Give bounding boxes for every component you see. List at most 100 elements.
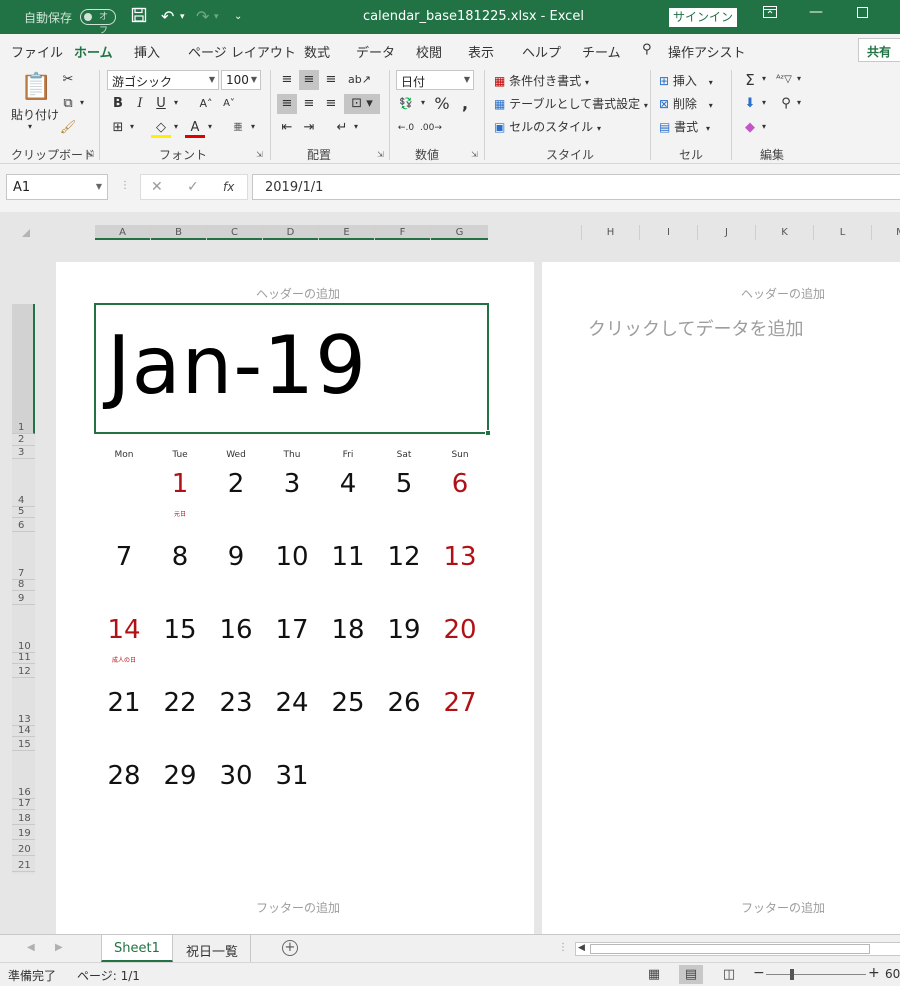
cancel-icon[interactable]: ✕ [151, 179, 163, 195]
day-cell[interactable]: 20 [432, 615, 488, 645]
alignment-launcher-icon[interactable]: ⇲ [377, 150, 384, 159]
decrease-indent-icon[interactable]: ⇤ [277, 118, 297, 138]
tab-review[interactable]: 校閲 [416, 42, 442, 61]
day-cell[interactable]: 5 [376, 469, 432, 499]
row-header[interactable]: 3 [12, 446, 35, 459]
day-cell[interactable]: 1 [152, 469, 208, 499]
row-header[interactable]: 18 [12, 810, 35, 825]
underline-dropdown-icon[interactable]: ▾ [174, 98, 178, 107]
day-cell[interactable]: 26 [376, 688, 432, 718]
column-header[interactable]: L [814, 225, 872, 240]
italic-button[interactable]: I [130, 94, 150, 114]
clear-dropdown-icon[interactable]: ▾ [762, 122, 766, 131]
column-header[interactable]: B [151, 225, 207, 240]
format-as-table-button[interactable]: ▦ テーブルとして書式設定 ▾ [494, 95, 648, 112]
insert-function-button[interactable]: fx [223, 180, 234, 194]
ribbon-display-icon[interactable] [763, 6, 777, 22]
zoom-level[interactable]: 60 [885, 967, 900, 981]
align-right-icon[interactable]: ≡ [321, 94, 341, 114]
column-header[interactable]: F [375, 225, 431, 240]
increase-indent-icon[interactable]: ⇥ [299, 118, 319, 138]
zoom-slider-thumb[interactable] [790, 969, 794, 980]
tab-page-layout[interactable]: ページ レイアウト [188, 42, 296, 61]
day-cell[interactable]: 25 [320, 688, 376, 718]
page-2[interactable] [542, 262, 900, 934]
horizontal-scrollbar[interactable]: ◀ [575, 942, 900, 956]
select-all-icon[interactable] [22, 229, 30, 237]
phonetic-icon[interactable]: 亜 [228, 118, 248, 138]
day-cell[interactable]: 24 [264, 688, 320, 718]
align-bottom-icon[interactable]: ≡ [321, 70, 341, 90]
day-cell[interactable]: 17 [264, 615, 320, 645]
scroll-thumb[interactable] [590, 944, 870, 954]
day-cell[interactable]: 15 [152, 615, 208, 645]
decrease-decimal-icon[interactable]: .00→ [420, 118, 442, 138]
tab-team[interactable]: チーム [582, 42, 621, 61]
row-header[interactable]: 11 [12, 652, 35, 664]
font-color-icon[interactable]: A [185, 118, 205, 138]
underline-button[interactable]: U [151, 94, 171, 114]
orientation-icon[interactable]: ab↗ [348, 70, 371, 90]
row-header[interactable]: 8 [12, 579, 35, 591]
column-header[interactable]: A [95, 225, 151, 240]
prev-sheet-icon[interactable]: ◀ [27, 942, 35, 953]
day-cell[interactable]: 9 [208, 542, 264, 572]
row-header[interactable]: 6 [12, 518, 35, 532]
accounting-dropdown-icon[interactable]: ▾ [421, 98, 425, 107]
fill-color-icon[interactable]: ◇ [151, 118, 171, 138]
row-header[interactable]: 20 [12, 840, 35, 856]
signin-button[interactable]: サインイン [669, 8, 737, 27]
cell-styles-button[interactable]: ▣ セルのスタイル ▾ [494, 118, 601, 135]
zoom-slider[interactable] [766, 974, 866, 975]
find-dropdown-icon[interactable]: ▾ [797, 98, 801, 107]
conditional-format-button[interactable]: ▦ 条件付き書式 ▾ [494, 72, 589, 89]
row-header[interactable]: 16 [12, 751, 35, 799]
enter-icon[interactable]: ✓ [187, 179, 199, 195]
find-select-icon[interactable]: ⚲ [776, 94, 796, 114]
column-header[interactable]: I [640, 225, 698, 240]
customize-toolbar-icon[interactable]: ⌄ [234, 7, 242, 27]
zoom-out-icon[interactable]: − [753, 965, 765, 981]
number-format-select[interactable]: 日付 ▼ [396, 70, 474, 90]
column-header[interactable]: J [698, 225, 756, 240]
borders-dropdown-icon[interactable]: ▾ [130, 122, 134, 131]
sort-filter-icon[interactable]: ᴬᶻ▽ [774, 70, 794, 90]
maximize-icon[interactable] [857, 6, 868, 22]
next-sheet-icon[interactable]: ▶ [55, 942, 63, 953]
save-icon[interactable] [131, 7, 147, 28]
align-top-icon[interactable]: ≡ [277, 70, 297, 90]
formula-input[interactable]: 2019/1/1 [252, 174, 900, 200]
undo-icon[interactable]: ↶ [161, 7, 174, 27]
day-cell[interactable]: 19 [376, 615, 432, 645]
accounting-icon[interactable]: 💱 [396, 94, 416, 114]
sort-dropdown-icon[interactable]: ▾ [797, 74, 801, 83]
autosum-dropdown-icon[interactable]: ▾ [762, 74, 766, 83]
column-header[interactable]: C [207, 225, 263, 240]
day-cell[interactable]: 2 [208, 469, 264, 499]
font-name-select[interactable]: 游ゴシック ▼ [107, 70, 219, 90]
day-cell[interactable]: 11 [320, 542, 376, 572]
column-header[interactable]: M [872, 225, 900, 240]
fill-handle[interactable] [485, 430, 491, 436]
day-cell[interactable]: 23 [208, 688, 264, 718]
row-header[interactable]: 10 [12, 605, 35, 653]
tab-home[interactable]: ホーム [74, 42, 113, 68]
phonetic-dropdown-icon[interactable]: ▾ [251, 122, 255, 131]
page2-footer[interactable]: フッターの追加 [741, 899, 825, 916]
fill-color-dropdown-icon[interactable]: ▾ [174, 122, 178, 131]
resize-handle-icon[interactable]: ⋮ [120, 180, 130, 191]
font-size-select[interactable]: 100 ▼ [221, 70, 261, 90]
share-button[interactable]: 共有 [858, 38, 900, 62]
day-cell[interactable]: 7 [96, 542, 152, 572]
paste-dropdown-icon[interactable]: ▾ [28, 122, 32, 131]
tab-data[interactable]: データ [356, 42, 395, 61]
day-cell[interactable]: 16 [208, 615, 264, 645]
row-header[interactable]: 12 [12, 664, 35, 678]
normal-view-icon[interactable]: ▦ [642, 965, 666, 984]
sheet-tab-holidays[interactable]: 祝日一覧 [174, 935, 252, 962]
day-cell[interactable]: 29 [152, 761, 208, 791]
day-cell[interactable]: 27 [432, 688, 488, 718]
page2-add-data[interactable]: クリックしてデータを追加 [588, 315, 803, 341]
format-cells-button[interactable]: ▤ 書式 ▾ [659, 118, 710, 135]
row-header[interactable]: 1 [12, 304, 35, 434]
